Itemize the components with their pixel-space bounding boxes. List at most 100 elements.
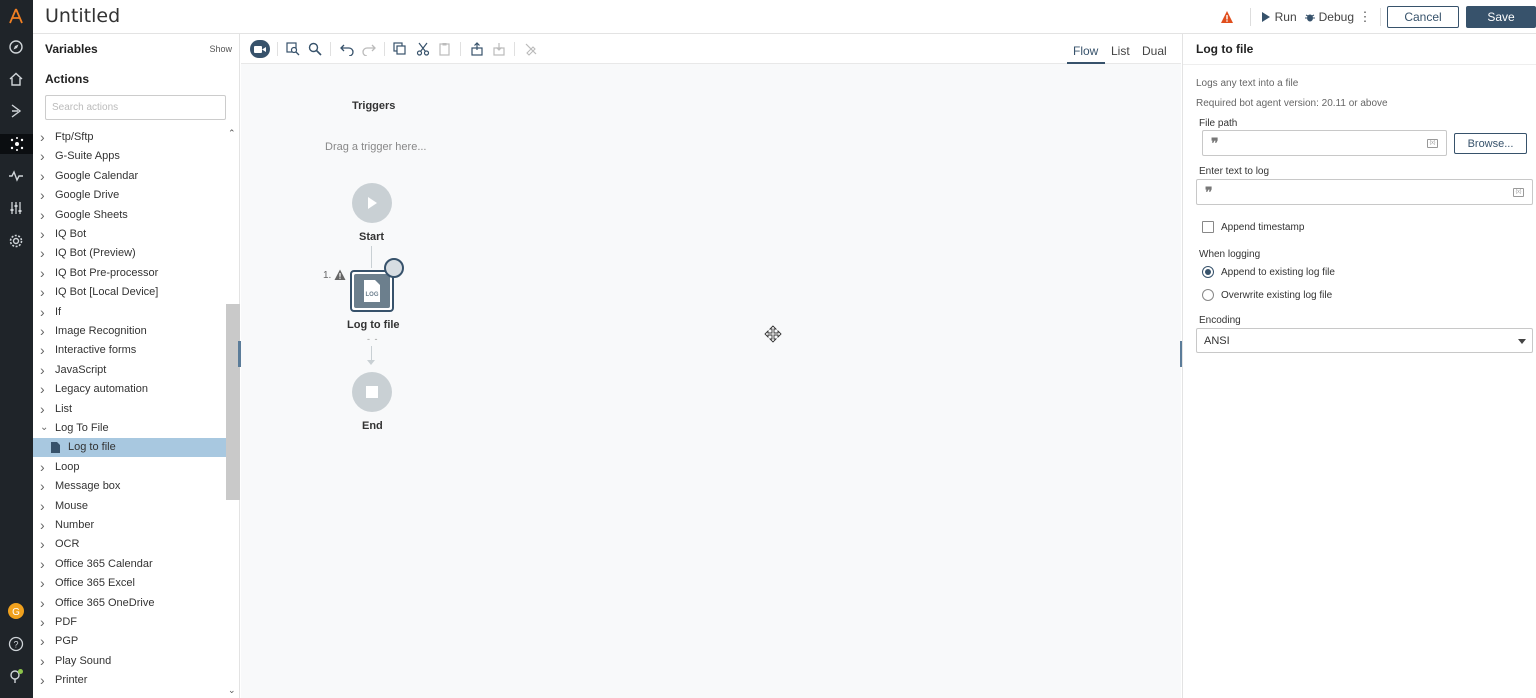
- chevron-right-icon[interactable]: ›: [40, 304, 50, 320]
- warning-icon[interactable]: [1220, 10, 1234, 24]
- action-category[interactable]: › IQ Bot (Preview): [33, 244, 226, 263]
- run-button[interactable]: Run: [1261, 10, 1297, 24]
- action-category[interactable]: › JavaScript: [33, 360, 226, 379]
- action-category[interactable]: › Google Drive: [33, 186, 226, 205]
- chevron-right-icon[interactable]: ›: [40, 226, 50, 242]
- chevron-right-icon[interactable]: ›: [40, 672, 50, 688]
- scrollbar-thumb[interactable]: [226, 304, 240, 500]
- action-category[interactable]: › Google Sheets: [33, 205, 226, 224]
- action-category[interactable]: › IQ Bot: [33, 224, 226, 243]
- chevron-right-icon[interactable]: ›: [40, 556, 50, 572]
- chevron-right-icon[interactable]: ›: [40, 122, 50, 126]
- action-category[interactable]: › Ftp/Sftp: [33, 127, 226, 146]
- action-category[interactable]: › Image Recognition: [33, 321, 226, 340]
- chevron-right-icon[interactable]: ›: [40, 401, 50, 417]
- chevron-right-icon[interactable]: ›: [40, 653, 50, 669]
- tab-dual[interactable]: Dual: [1142, 44, 1167, 58]
- action-category[interactable]: › If: [33, 302, 226, 321]
- chevron-right-icon[interactable]: ›: [40, 207, 50, 223]
- chevron-right-icon[interactable]: ›: [40, 498, 50, 514]
- action-category[interactable]: › Message box: [33, 477, 226, 496]
- scroll-down-icon[interactable]: ⌄: [228, 685, 236, 696]
- action-category[interactable]: › PDF: [33, 612, 226, 631]
- logo-icon[interactable]: [6, 6, 26, 26]
- text-to-log-input[interactable]: ❞ {x}: [1196, 179, 1533, 205]
- action-category[interactable]: › Folder: [33, 122, 226, 127]
- settings-icon[interactable]: [6, 231, 26, 251]
- chevron-right-icon[interactable]: ›: [40, 478, 50, 494]
- save-button[interactable]: Save: [1466, 6, 1536, 28]
- action-category[interactable]: › IQ Bot Pre-processor: [33, 263, 226, 282]
- action-category[interactable]: › IQ Bot [Local Device]: [33, 283, 226, 302]
- redo-icon[interactable]: [362, 42, 376, 57]
- chevron-right-icon[interactable]: ›: [40, 245, 50, 261]
- cut-icon[interactable]: [416, 42, 430, 56]
- chevron-right-icon[interactable]: ›: [40, 168, 50, 184]
- append-existing-radio[interactable]: [1202, 266, 1214, 278]
- record-icon[interactable]: [250, 40, 270, 58]
- find-icon[interactable]: [286, 42, 300, 56]
- search-actions-input[interactable]: [45, 95, 226, 120]
- chevron-right-icon[interactable]: ›: [40, 633, 50, 649]
- tab-list[interactable]: List: [1111, 44, 1130, 58]
- action-category[interactable]: › List: [33, 399, 226, 418]
- flow-canvas[interactable]: Flow List Dual Triggers Drag a trigger h…: [241, 34, 1181, 698]
- scroll-up-icon[interactable]: ⌃: [228, 128, 236, 139]
- copy-icon[interactable]: [393, 42, 407, 56]
- action-category[interactable]: › OCR: [33, 535, 226, 554]
- action-category[interactable]: › Interactive forms: [33, 341, 226, 360]
- activity-icon[interactable]: [6, 166, 26, 186]
- action-category[interactable]: › Play Sound: [33, 651, 226, 670]
- chevron-right-icon[interactable]: ›: [40, 265, 50, 281]
- action-category[interactable]: › Office 365 OneDrive: [33, 593, 226, 612]
- chevron-right-icon[interactable]: ›: [40, 575, 50, 591]
- chevron-right-icon[interactable]: ›: [40, 517, 50, 533]
- chevron-right-icon[interactable]: ›: [40, 459, 50, 475]
- tab-flow[interactable]: Flow: [1073, 44, 1098, 58]
- more-options-icon[interactable]: ⋮: [1358, 9, 1372, 25]
- chevron-right-icon[interactable]: ›: [40, 362, 50, 378]
- user-avatar-icon[interactable]: G: [6, 601, 26, 621]
- help-icon[interactable]: ?: [6, 634, 26, 654]
- cancel-button[interactable]: Cancel: [1387, 6, 1459, 28]
- action-category[interactable]: › PGP: [33, 632, 226, 651]
- show-variables-link[interactable]: Show: [209, 44, 232, 54]
- chevron-right-icon[interactable]: ›: [40, 323, 50, 339]
- disable-icon[interactable]: [524, 42, 538, 56]
- action-category[interactable]: › Loop: [33, 457, 226, 476]
- move-up-icon[interactable]: [470, 42, 484, 56]
- manage-icon[interactable]: [6, 198, 26, 218]
- chevron-right-icon[interactable]: ›: [40, 284, 50, 300]
- chevron-down-icon[interactable]: ⌄: [40, 422, 50, 433]
- overwrite-existing-radio[interactable]: [1202, 289, 1214, 301]
- chevron-right-icon[interactable]: ›: [40, 614, 50, 630]
- browse-button[interactable]: Browse...: [1454, 133, 1527, 154]
- move-down-icon[interactable]: [492, 42, 506, 56]
- paste-icon[interactable]: [438, 42, 452, 56]
- bot-title[interactable]: Untitled: [45, 5, 120, 27]
- chevron-right-icon[interactable]: ›: [40, 129, 50, 145]
- bot-icon[interactable]: [6, 101, 26, 121]
- end-node[interactable]: [352, 372, 392, 412]
- log-to-file-node[interactable]: LOG: [350, 270, 394, 312]
- action-category[interactable]: › Printer: [33, 671, 226, 690]
- action-category[interactable]: › Legacy automation: [33, 380, 226, 399]
- debug-button[interactable]: Debug: [1304, 10, 1354, 24]
- explore-icon[interactable]: [6, 37, 26, 57]
- chevron-right-icon[interactable]: ›: [40, 187, 50, 203]
- action-category[interactable]: › Office 365 Excel: [33, 574, 226, 593]
- zoom-icon[interactable]: [308, 42, 322, 56]
- action-category[interactable]: ⌄ Log To File: [33, 418, 226, 437]
- undo-icon[interactable]: [340, 42, 354, 57]
- chevron-right-icon[interactable]: ›: [40, 381, 50, 397]
- action-category[interactable]: › Office 365 Calendar: [33, 554, 226, 573]
- home-icon[interactable]: [6, 69, 26, 89]
- action-item-selected[interactable]: Log to file: [33, 437, 226, 457]
- step-warning-icon[interactable]: [334, 269, 346, 281]
- automation-icon[interactable]: [0, 134, 33, 154]
- notification-icon[interactable]: [6, 666, 26, 686]
- action-category[interactable]: › Number: [33, 515, 226, 534]
- action-category[interactable]: › G-Suite Apps: [33, 147, 226, 166]
- encoding-select[interactable]: ANSI: [1196, 328, 1533, 353]
- chevron-right-icon[interactable]: ›: [40, 536, 50, 552]
